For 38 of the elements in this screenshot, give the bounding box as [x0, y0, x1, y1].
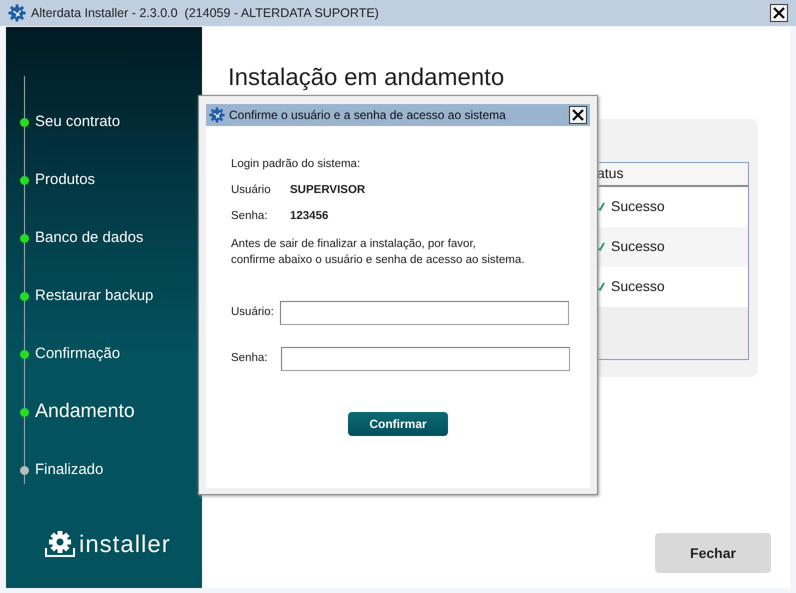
step-label: Produtos [35, 170, 96, 190]
input-field[interactable] [280, 301, 569, 325]
step-label: Confirmação [35, 344, 120, 364]
step-label: Restaurar backup [35, 286, 154, 306]
close-button[interactable] [770, 4, 788, 22]
page-heading: Instalação em andamento [228, 64, 506, 93]
gear-icon [44, 530, 76, 560]
intro-text: Login padrão do sistema: [231, 157, 360, 172]
credential-label: Senha: [231, 209, 268, 224]
message-text: confirme abaixo o usuário e senha de acesso ao sistema. [231, 253, 526, 268]
step-label: Seu contrato [35, 112, 120, 132]
check-icon [597, 202, 605, 212]
dialog-title: Confirme o usuário e a senha de acesso ao sistema [229, 107, 506, 124]
step-label: Finalizado [35, 460, 104, 480]
gear-icon [8, 4, 26, 22]
status-text: Sucesso [611, 197, 665, 216]
field-label: Senha: [231, 351, 268, 366]
logo-text: installer [79, 530, 171, 560]
input-field[interactable] [281, 347, 570, 371]
close-icon [773, 7, 785, 19]
message-text: Antes de sair de finalizar a instalação, por favor, [231, 237, 477, 252]
window-title: Alterdata Installer - 2.3.0.0 (214059 - ALTERDATA SUPORTE) [31, 4, 379, 22]
credential-value: SUPERVISOR [290, 183, 366, 198]
check-icon [597, 282, 605, 292]
close-icon [572, 109, 584, 121]
status-text: Sucesso [611, 277, 665, 296]
check-icon [597, 242, 605, 252]
credential-label: Usuário [231, 183, 272, 198]
field-label: Usuário: [231, 305, 275, 320]
column-header: atus [597, 164, 624, 184]
step-label: Banco de dados [35, 228, 144, 248]
close-button[interactable] [569, 106, 587, 124]
close-button[interactable]: Fechar [655, 533, 771, 573]
status-text: Sucesso [611, 237, 665, 256]
gear-icon [209, 107, 225, 123]
credential-value: 123456 [290, 209, 328, 224]
step-label: Andamento [35, 399, 135, 424]
confirm-button[interactable]: Confirmar [348, 412, 448, 436]
